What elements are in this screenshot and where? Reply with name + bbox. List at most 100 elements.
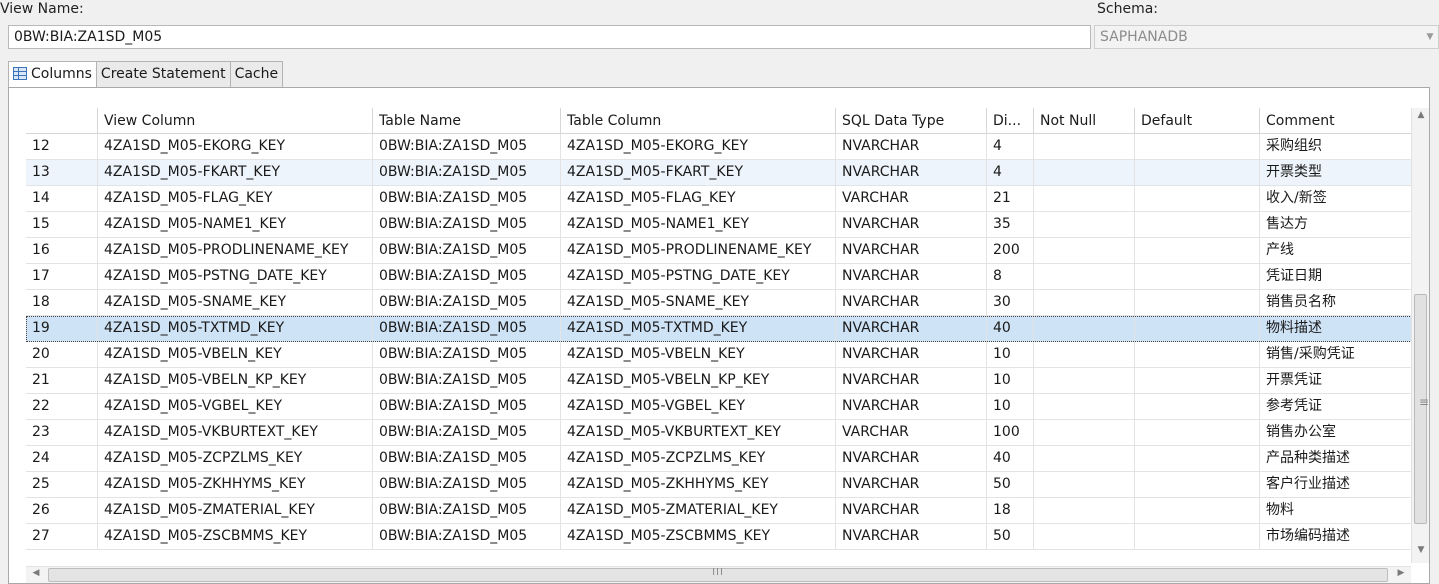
view-name-field[interactable]: 0BW:BIA:ZA1SD_M05 [8, 25, 1091, 49]
cell-table-column: 4ZA1SD_M05-NAME1_KEY [561, 212, 836, 238]
table-row[interactable]: 14 4ZA1SD_M05-FLAG_KEY 0BW:BIA:ZA1SD_M05 4Z… [26, 186, 1420, 212]
cell-table-column: 4ZA1SD_M05-ZKHHYMS_KEY [561, 472, 836, 498]
table-row[interactable]: 17 4ZA1SD_M05-PSTNG_DATE_KEY 0BW:BIA:ZA1SD… [26, 264, 1420, 290]
table-row[interactable]: 18 4ZA1SD_M05-SNAME_KEY 0BW:BIA:ZA1SD_M05 4… [26, 290, 1420, 316]
tab-cache[interactable]: Cache [229, 61, 284, 87]
column-header-default[interactable]: Default [1135, 108, 1260, 134]
column-header-not-null[interactable]: Not Null [1034, 108, 1135, 134]
column-header-table-column[interactable]: Table Column [561, 108, 836, 134]
cell-default [1135, 420, 1260, 446]
column-header-view-column[interactable]: View Column [98, 108, 373, 134]
schema-combo[interactable]: SAPHANADB ▼ [1094, 25, 1439, 49]
cell-dimension: 10 [987, 368, 1034, 394]
table-row[interactable]: 15 4ZA1SD_M05-NAME1_KEY 0BW:BIA:ZA1SD_M05 4… [26, 212, 1420, 238]
cell-sql-data-type: NVARCHAR [836, 238, 987, 264]
scroll-left-icon[interactable]: ◀ [28, 568, 44, 578]
cell-sql-data-type: NVARCHAR [836, 316, 987, 342]
cell-sql-data-type: NVARCHAR [836, 498, 987, 524]
tab-create-statement[interactable]: Create Statement [95, 61, 231, 87]
tab-cache-label: Cache [234, 66, 279, 82]
cell-view-column: 4ZA1SD_M05-FLAG_KEY [98, 186, 373, 212]
scroll-down-icon[interactable]: ▼ [1412, 545, 1430, 555]
grip-icon: III [712, 567, 724, 578]
cell-sql-data-type: NVARCHAR [836, 368, 987, 394]
cell-comment: 开票类型 [1260, 160, 1420, 186]
table-row[interactable]: 16 4ZA1SD_M05-PRODLINENAME_KEY 0BW:BIA:ZA1… [26, 238, 1420, 264]
cell-table-column: 4ZA1SD_M05-FKART_KEY [561, 160, 836, 186]
table-row[interactable]: 26 4ZA1SD_M05-ZMATERIAL_KEY 0BW:BIA:ZA1SD_… [26, 498, 1420, 524]
column-header-dimension[interactable]: Di... [987, 108, 1034, 134]
cell-view-column: 4ZA1SD_M05-TXTMD_KEY [98, 316, 373, 342]
scroll-right-icon[interactable]: ▶ [1393, 568, 1409, 578]
table-row[interactable]: 21 4ZA1SD_M05-VBELN_KP_KEY 0BW:BIA:ZA1SD_M… [26, 368, 1420, 394]
cell-not-null [1034, 394, 1135, 420]
vertical-scrollbar[interactable]: ▲ ≡ ▼ [1411, 108, 1429, 563]
cell-not-null [1034, 472, 1135, 498]
table-row[interactable]: 20 4ZA1SD_M05-VBELN_KEY 0BW:BIA:ZA1SD_M05 4… [26, 342, 1420, 368]
cell-view-column: 4ZA1SD_M05-VKBURTEXT_KEY [98, 420, 373, 446]
horizontal-scrollbar[interactable]: ◀ III ▶ [26, 566, 1411, 583]
cell-index: 24 [26, 446, 98, 472]
vertical-scroll-thumb[interactable]: ≡ [1414, 294, 1429, 524]
table-row[interactable]: 13 4ZA1SD_M05-FKART_KEY 0BW:BIA:ZA1SD_M05 4… [26, 160, 1420, 186]
columns-table[interactable]: View Column Table Name Table Column SQL … [26, 108, 1420, 563]
cell-default [1135, 524, 1260, 550]
cell-sql-data-type: NVARCHAR [836, 160, 987, 186]
table-row[interactable]: 19 4ZA1SD_M05-TXTMD_KEY 0BW:BIA:ZA1SD_M05 4… [26, 316, 1420, 342]
cell-table-column: 4ZA1SD_M05-EKORG_KEY [561, 134, 836, 160]
cell-sql-data-type: NVARCHAR [836, 446, 987, 472]
cell-comment: 采购组织 [1260, 134, 1420, 160]
table-row[interactable]: 25 4ZA1SD_M05-ZKHHYMS_KEY 0BW:BIA:ZA1SD_M0… [26, 472, 1420, 498]
cell-default [1135, 368, 1260, 394]
cell-default [1135, 316, 1260, 342]
cell-index: 15 [26, 212, 98, 238]
cell-dimension: 8 [987, 264, 1034, 290]
cell-table-name: 0BW:BIA:ZA1SD_M05 [373, 186, 561, 212]
table-body: 12 4ZA1SD_M05-EKORG_KEY 0BW:BIA:ZA1SD_M05 4… [26, 134, 1420, 550]
cell-not-null [1034, 524, 1135, 550]
tab-bar: Columns Create Statement Cache [8, 61, 284, 88]
column-header-index[interactable] [26, 108, 98, 134]
cell-not-null [1034, 446, 1135, 472]
cell-comment: 凭证日期 [1260, 264, 1420, 290]
horizontal-scroll-thumb[interactable]: III [48, 567, 1388, 582]
cell-table-column: 4ZA1SD_M05-VGBEL_KEY [561, 394, 836, 420]
cell-comment: 销售/采购凭证 [1260, 342, 1420, 368]
cell-default [1135, 472, 1260, 498]
cell-dimension: 4 [987, 160, 1034, 186]
cell-sql-data-type: NVARCHAR [836, 342, 987, 368]
schema-label: Schema: [1097, 1, 1159, 17]
cell-view-column: 4ZA1SD_M05-EKORG_KEY [98, 134, 373, 160]
chevron-down-icon[interactable]: ▼ [1422, 26, 1438, 48]
table-row[interactable]: 23 4ZA1SD_M05-VKBURTEXT_KEY 0BW:BIA:ZA1SD_… [26, 420, 1420, 446]
cell-view-column: 4ZA1SD_M05-VBELN_KP_KEY [98, 368, 373, 394]
cell-not-null [1034, 316, 1135, 342]
cell-index: 20 [26, 342, 98, 368]
cell-view-column: 4ZA1SD_M05-ZKHHYMS_KEY [98, 472, 373, 498]
cell-index: 21 [26, 368, 98, 394]
cell-not-null [1034, 498, 1135, 524]
cell-index: 23 [26, 420, 98, 446]
cell-dimension: 100 [987, 420, 1034, 446]
table-row[interactable]: 24 4ZA1SD_M05-ZCPZLMS_KEY 0BW:BIA:ZA1SD_M0… [26, 446, 1420, 472]
tab-columns[interactable]: Columns [8, 61, 97, 88]
cell-dimension: 30 [987, 290, 1034, 316]
cell-table-column: 4ZA1SD_M05-PRODLINENAME_KEY [561, 238, 836, 264]
scroll-up-icon[interactable]: ▲ [1412, 110, 1430, 120]
cell-default [1135, 238, 1260, 264]
table-row[interactable]: 27 4ZA1SD_M05-ZSCBMMS_KEY 0BW:BIA:ZA1SD_M0… [26, 524, 1420, 550]
cell-not-null [1034, 134, 1135, 160]
cell-table-column: 4ZA1SD_M05-ZCPZLMS_KEY [561, 446, 836, 472]
cell-sql-data-type: NVARCHAR [836, 472, 987, 498]
cell-table-name: 0BW:BIA:ZA1SD_M05 [373, 394, 561, 420]
column-header-sql-data-type[interactable]: SQL Data Type [836, 108, 987, 134]
column-header-comment[interactable]: Comment [1260, 108, 1420, 134]
cell-table-column: 4ZA1SD_M05-ZSCBMMS_KEY [561, 524, 836, 550]
table-row[interactable]: 22 4ZA1SD_M05-VGBEL_KEY 0BW:BIA:ZA1SD_M05 4… [26, 394, 1420, 420]
cell-dimension: 4 [987, 134, 1034, 160]
cell-comment: 销售办公室 [1260, 420, 1420, 446]
cell-table-name: 0BW:BIA:ZA1SD_M05 [373, 238, 561, 264]
cell-default [1135, 186, 1260, 212]
table-row[interactable]: 12 4ZA1SD_M05-EKORG_KEY 0BW:BIA:ZA1SD_M05 4… [26, 134, 1420, 160]
column-header-table-name[interactable]: Table Name [373, 108, 561, 134]
